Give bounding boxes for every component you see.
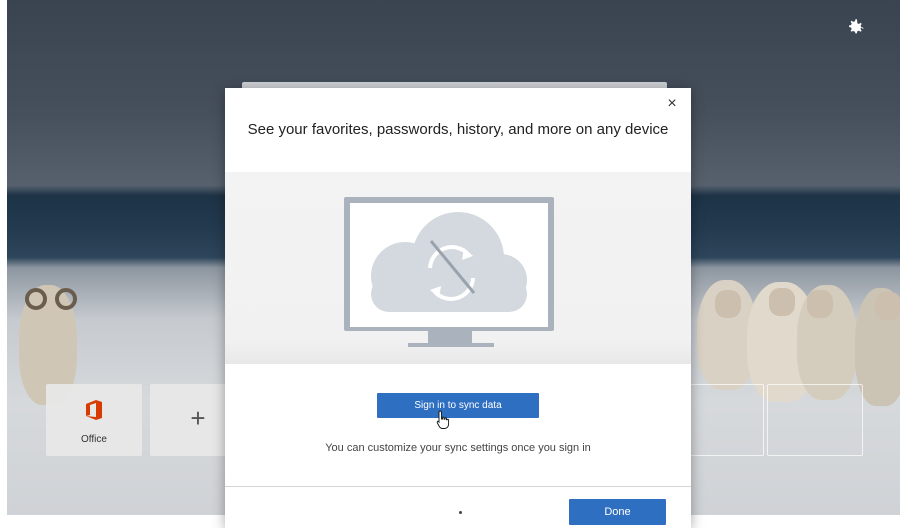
close-icon[interactable]: × xyxy=(665,96,679,112)
sheep-head xyxy=(715,290,741,318)
gear-icon xyxy=(849,19,864,34)
sheep-horn xyxy=(25,288,47,310)
hand-cursor-icon xyxy=(436,410,450,429)
tile-label: Office xyxy=(81,434,107,445)
monitor-cloud-sync-disabled-icon xyxy=(344,197,554,347)
dialog-title: See your favorites, passwords, history, … xyxy=(247,121,669,138)
sync-dialog: × See your favorites, passwords, history… xyxy=(225,88,691,528)
settings-gear-icon[interactable] xyxy=(844,16,866,38)
sheep-horn xyxy=(55,288,77,310)
window-left-edge xyxy=(0,0,7,515)
quick-link-office-tile[interactable]: Office xyxy=(46,384,142,456)
empty-quick-link-slot[interactable] xyxy=(767,384,863,456)
illustration-panel xyxy=(225,172,691,364)
sheep-head xyxy=(875,292,900,320)
dialog-divider xyxy=(225,486,691,487)
sheep-head xyxy=(769,288,795,316)
sheep-head xyxy=(807,290,833,318)
office-logo-icon xyxy=(86,400,102,420)
sync-settings-hint: You can customize your sync settings onc… xyxy=(325,442,591,454)
done-button[interactable]: Done xyxy=(569,499,666,525)
pagination-dot xyxy=(459,511,462,514)
sign-in-to-sync-button[interactable]: Sign in to sync data xyxy=(377,393,539,418)
